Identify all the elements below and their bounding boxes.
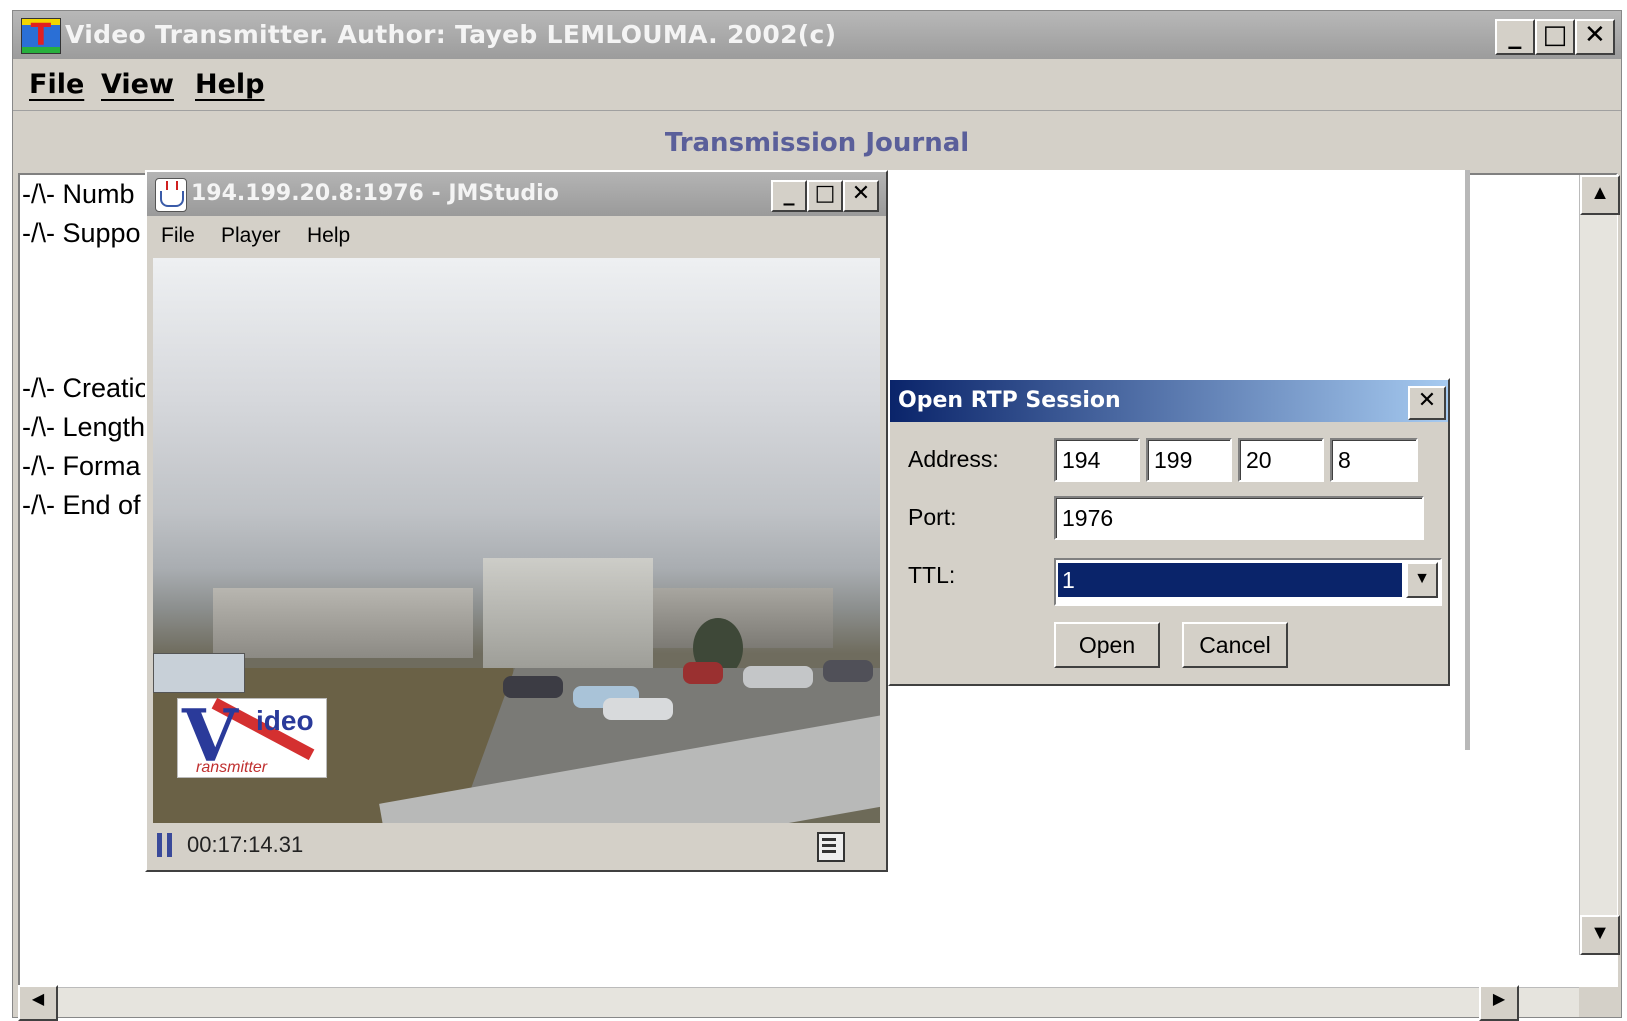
arrow-left-icon: ◀ xyxy=(31,991,45,1008)
address-octet-1[interactable]: 194 xyxy=(1054,438,1140,482)
maximize-icon: □ xyxy=(814,181,836,206)
cancel-button[interactable]: Cancel xyxy=(1182,622,1288,668)
address-octet-3[interactable]: 20 xyxy=(1238,438,1324,482)
minimize-icon: _ xyxy=(783,181,795,206)
journal-heading: Transmission Journal xyxy=(664,128,970,158)
jmstudio-window: 194.199.20.8:1976 - JMStudio _ □ ✕ File … xyxy=(145,170,888,872)
chevron-down-icon[interactable]: ▼ xyxy=(1406,562,1438,598)
journal-line: -/\- Length xyxy=(22,412,146,442)
journal-line: -/\- Creatio xyxy=(22,373,150,403)
player-control-bar: 00:17:14.31 xyxy=(153,825,880,865)
arrow-right-icon: ▶ xyxy=(1492,991,1506,1008)
port-field[interactable]: 1976 xyxy=(1054,496,1424,540)
close-icon: ✕ xyxy=(1417,388,1437,413)
dialog-title: Open RTP Session xyxy=(898,388,1121,413)
maximize-icon: □ xyxy=(1542,20,1568,50)
address-octet-4[interactable]: 8 xyxy=(1330,438,1418,482)
journal-line: -/\- Forma xyxy=(22,451,141,481)
video-transmitter-logo: V ideo ransmitter xyxy=(177,693,327,778)
film-strip-icon[interactable] xyxy=(817,832,845,862)
address-octet-2[interactable]: 199 xyxy=(1146,438,1232,482)
port-label: Port: xyxy=(908,504,957,530)
ttl-label: TTL: xyxy=(908,562,956,588)
horizontal-scrollbar[interactable]: ◀ ▶ xyxy=(18,985,1579,1021)
journal-line: -/\- Numb xyxy=(22,179,135,209)
close-button[interactable]: ✕ xyxy=(1575,19,1615,55)
menu-file[interactable]: File xyxy=(29,59,84,111)
journal-line: -/\- End of xyxy=(22,490,141,520)
jmstudio-maximize-button[interactable]: □ xyxy=(807,180,843,212)
dialog-close-button[interactable]: ✕ xyxy=(1408,386,1446,420)
scroll-right-button[interactable]: ▶ xyxy=(1479,985,1519,1021)
arrow-up-icon: ▲ xyxy=(1590,182,1610,204)
maximize-button[interactable]: □ xyxy=(1535,19,1575,55)
video-frame[interactable]: V ideo ransmitter xyxy=(153,258,880,823)
journal-line: -/\- Suppo xyxy=(22,218,141,248)
timecode: 00:17:14.31 xyxy=(187,832,304,857)
main-title-bar[interactable]: T Video Transmitter. Author: Tayeb LEMLO… xyxy=(13,11,1621,59)
close-icon: ✕ xyxy=(851,181,871,206)
jmstudio-close-button[interactable]: ✕ xyxy=(843,180,879,212)
jmstudio-title-bar[interactable]: 194.199.20.8:1976 - JMStudio _ □ ✕ xyxy=(147,172,886,216)
open-rtp-session-dialog: Open RTP Session ✕ Address: 194 199 20 8… xyxy=(888,378,1450,686)
jmstudio-menu-player[interactable]: Player xyxy=(221,216,281,256)
jmstudio-menubar: File Player Help xyxy=(147,216,886,256)
java-cup-icon xyxy=(155,178,187,212)
main-menubar: File View Help xyxy=(13,59,1621,111)
menu-help[interactable]: Help xyxy=(195,59,265,111)
minimize-button[interactable]: _ xyxy=(1495,19,1535,55)
pause-icon[interactable] xyxy=(157,833,175,857)
open-button[interactable]: Open xyxy=(1054,622,1160,668)
main-window-title: Video Transmitter. Author: Tayeb LEMLOUM… xyxy=(65,20,837,49)
video-transmitter-icon: T xyxy=(21,18,61,54)
minimize-icon: _ xyxy=(1508,20,1522,50)
scroll-left-button[interactable]: ◀ xyxy=(18,985,58,1021)
ttl-select[interactable]: 1 ▼ xyxy=(1054,558,1442,606)
jmstudio-title: 194.199.20.8:1976 - JMStudio xyxy=(191,181,559,206)
jmstudio-menu-file[interactable]: File xyxy=(161,216,195,256)
arrow-down-icon: ▼ xyxy=(1590,922,1610,944)
dialog-title-bar[interactable]: Open RTP Session ✕ xyxy=(890,380,1448,422)
jmstudio-menu-help[interactable]: Help xyxy=(307,216,350,256)
jmstudio-minimize-button[interactable]: _ xyxy=(771,180,807,212)
menu-view[interactable]: View xyxy=(101,59,174,111)
scroll-down-button[interactable]: ▼ xyxy=(1580,915,1620,955)
address-label: Address: xyxy=(908,446,999,472)
scroll-up-button[interactable]: ▲ xyxy=(1580,175,1620,215)
close-icon: ✕ xyxy=(1583,20,1607,50)
vertical-scrollbar[interactable]: ▲ ▼ xyxy=(1579,175,1620,955)
ttl-selected-value: 1 xyxy=(1057,562,1403,598)
